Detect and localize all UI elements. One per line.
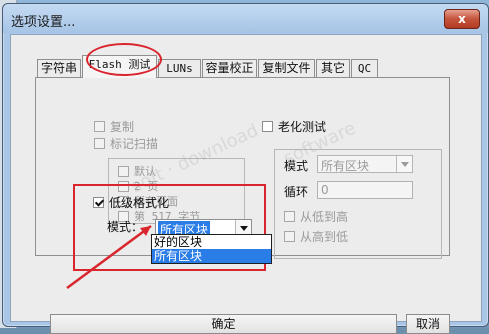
cancel-button[interactable]: 取消 [406, 314, 450, 334]
format-mode-option-good-blocks[interactable]: 好的区块 [152, 235, 271, 249]
tab-strings[interactable]: 字符串 [37, 59, 81, 77]
high-to-low-checkbox[interactable] [284, 231, 295, 242]
aging-mode-dropdown-arrow-icon[interactable] [396, 156, 412, 172]
tab-other[interactable]: 其它 [316, 59, 350, 77]
tab-capacity-correction[interactable]: 容量校正 [202, 59, 257, 77]
mark-scan-checkbox[interactable] [94, 138, 105, 149]
low-to-high-checkbox[interactable] [284, 211, 295, 222]
aging-loop-value: 0 [321, 183, 329, 197]
format-mode-dropdown-list[interactable]: 好的区块 所有区块 [151, 234, 272, 264]
aging-test-checkbox[interactable] [262, 121, 273, 132]
default-checkbox[interactable] [118, 166, 129, 177]
copy-checkbox[interactable] [94, 121, 105, 132]
ok-button[interactable]: 确定 [50, 314, 397, 334]
aging-mode-value: 所有区块 [321, 159, 370, 173]
close-button[interactable]: x [444, 9, 480, 29]
dialog-title: 选项设置... [11, 15, 76, 30]
tab-luns[interactable]: LUNs [158, 59, 201, 77]
copy-label: 复制 [110, 120, 135, 134]
annotation-circle [86, 43, 162, 76]
aging-loop-input[interactable]: 0 [317, 181, 413, 199]
format-mode-option-all-blocks[interactable]: 所有区块 [152, 249, 271, 263]
tab-copy-files[interactable]: 复制文件 [258, 59, 315, 77]
dialog-client-area: 字符串 Flash 测试 LUNs 容量校正 复制文件 其它 QC soft ·… [10, 34, 482, 334]
aging-loop-label: 循环 [284, 185, 309, 199]
format-mode-label: 模式： [107, 220, 144, 234]
high-to-low-label: 从高到低 [300, 230, 349, 244]
dialog-titlebar: 选项设置... x [3, 4, 488, 33]
low-level-format-checkbox[interactable] [93, 197, 104, 208]
options-dialog: 选项设置... x 字符串 Flash 测试 LUNs 容量校正 复制文件 其它… [2, 3, 489, 334]
low-level-format-label: 低级格式化 [109, 196, 170, 210]
aging-mode-combo[interactable]: 所有区块 [317, 155, 413, 173]
mark-scan-label: 标记扫描 [110, 137, 159, 151]
low-to-high-label: 从低到高 [300, 210, 349, 224]
tab-qc[interactable]: QC [351, 59, 378, 77]
